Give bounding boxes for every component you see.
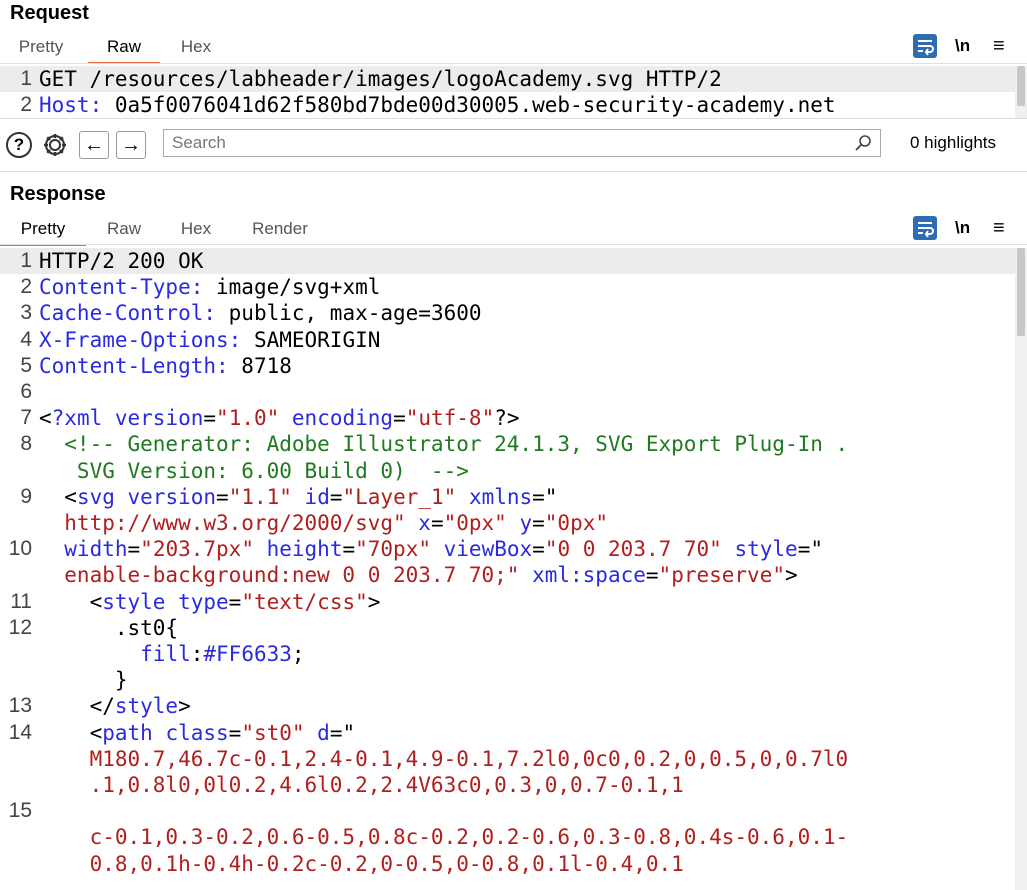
line-number: 14 [8, 720, 32, 744]
code-line: .1,0.8l0,0l0.2,4.6l0.2,2.4V63c0,0.3,0,0.… [0, 772, 1015, 798]
line-number: 10 [8, 537, 32, 561]
search-placeholder: Search [172, 133, 226, 152]
line-number: 15 [8, 799, 32, 823]
line-code: .st0{ [39, 615, 179, 640]
line-code: GET /resources/labheader/images/logoAcad… [39, 67, 722, 91]
line-number: 4 [20, 327, 32, 351]
code-line: 5 Content-Length: 8718 [0, 353, 1015, 379]
tab-response-hex[interactable]: Hex [172, 216, 220, 244]
wrap-lines-icon[interactable] [913, 216, 937, 240]
line-number: 12 [8, 615, 32, 639]
search-input[interactable]: Search [163, 129, 881, 157]
newline-toggle-icon[interactable]: \n [955, 34, 979, 58]
line-code: <!-- Generator: Adobe Illustrator 24.1.3… [39, 432, 849, 457]
tab-request-raw[interactable]: Raw [88, 34, 160, 64]
request-title: Request [10, 2, 89, 24]
code-line: SVG Version: 6.00 Build 0) --> [0, 458, 1015, 484]
response-title: Response [10, 183, 106, 205]
code-line: 6 [0, 379, 1015, 405]
line-code: Content-Type: image/svg+xml [39, 275, 381, 300]
line-code: M180.7,46.7c-0.1,2.4-0.1,4.9-0.1,7.2l0,0… [39, 746, 849, 771]
tab-request-hex[interactable]: Hex [172, 34, 220, 62]
previous-arrow-icon[interactable]: ← [79, 131, 109, 159]
line-number: 6 [20, 380, 32, 403]
code-line: } [0, 667, 1015, 693]
code-line: c-0.1,0.3-0.2,0.6-0.5,0.8c-0.2,0.2-0.6,0… [0, 824, 1015, 850]
line-code: c-0.1,0.3-0.2,0.6-0.5,0.8c-0.2,0.2-0.6,0… [39, 825, 849, 850]
line-code: </style> [39, 694, 191, 719]
code-line: 14 <path class="st0" d=" [0, 720, 1015, 746]
line-code: HTTP/2 200 OK [39, 249, 204, 273]
help-icon[interactable]: ? [6, 132, 32, 158]
menu-icon[interactable]: ≡ [993, 216, 1017, 240]
line-code: SVG Version: 6.00 Build 0) --> [39, 458, 469, 483]
wrap-lines-icon[interactable] [913, 34, 937, 58]
line-code: Cache-Control: public, max-age=3600 [39, 301, 482, 326]
tab-response-pretty[interactable]: Pretty [0, 216, 86, 246]
code-line: 3 Cache-Control: public, max-age=3600 [0, 300, 1015, 326]
search-toolbar: ? ← → Search 0 highlights [0, 118, 1027, 172]
code-line: 9 <svg version="1.1" id="Layer_1" xmlns=… [0, 484, 1015, 510]
gear-icon[interactable] [41, 131, 69, 159]
request-scrollbar[interactable] [1015, 66, 1027, 118]
newline-toggle-icon[interactable]: \n [955, 216, 979, 240]
line-number: 2 [20, 275, 32, 299]
line-number: 11 [10, 589, 32, 613]
line-code: <svg version="1.1" id="Layer_1" xmlns=" [39, 484, 558, 509]
code-line: 8 <!-- Generator: Adobe Illustrator 24.1… [0, 431, 1015, 457]
code-line: 4 X-Frame-Options: SAMEORIGIN [0, 327, 1015, 353]
line-code: http://www.w3.org/2000/svg" x="0px" y="0… [39, 511, 608, 535]
line-code: 0.8,0.1h-0.4h-0.2c-0.2,0-0.5,0-0.8,0.1l-… [39, 851, 684, 876]
code-line: enable-background:new 0 0 203.7 70;" xml… [0, 562, 1015, 588]
line-number: 1 [20, 67, 32, 90]
line-code: enable-background:new 0 0 203.7 70;" xml… [39, 563, 798, 588]
code-line: http://www.w3.org/2000/svg" x="0px" y="0… [0, 510, 1015, 536]
line-code: <style type="text/css"> [39, 589, 381, 614]
code-line: M180.7,46.7c-0.1,2.4-0.1,4.9-0.1,7.2l0,0… [0, 746, 1015, 772]
response-editor[interactable]: 1 HTTP/2 200 OK 2 Content-Type: image/svg+x… [0, 248, 1015, 890]
code-line: 11 <style type="text/css"> [0, 589, 1015, 615]
search-icon [855, 135, 871, 151]
line-number: 1 [20, 249, 32, 272]
line-number: 5 [20, 353, 32, 377]
line-code: Content-Length: 8718 [39, 353, 292, 378]
line-code: width="203.7px" height="70px" viewBox="0… [39, 537, 823, 562]
line-number: 3 [20, 301, 32, 325]
line-code: } [39, 668, 128, 693]
line-code: <path class="st0" d=" [39, 720, 356, 745]
code-line: 13 </style> [0, 693, 1015, 719]
code-line: 12 .st0{ [0, 615, 1015, 641]
request-tabs: Pretty Raw Hex \n ≡ [0, 34, 1027, 64]
code-line: 10 width="203.7px" height="70px" viewBox… [0, 536, 1015, 562]
next-arrow-icon[interactable]: → [116, 131, 146, 159]
line-code: fill:#FF6633; [140, 642, 305, 666]
menu-icon[interactable]: ≡ [993, 34, 1017, 58]
code-line: 1 HTTP/2 200 OK [0, 248, 1015, 274]
line-code: X-Frame-Options: SAMEORIGIN [39, 327, 381, 352]
line-code: <?xml version="1.0" encoding="utf-8"?> [39, 406, 520, 431]
highlights-count: 0 highlights [910, 133, 997, 152]
line-number: 8 [20, 432, 32, 456]
line-number: 2 [20, 93, 32, 117]
code-line: fill:#FF6633; [0, 641, 1015, 667]
code-line: 7 <?xml version="1.0" encoding="utf-8"?> [0, 405, 1015, 431]
code-line: 0.8,0.1h-0.4h-0.2c-0.2,0-0.5,0-0.8,0.1l-… [0, 851, 1015, 877]
response-tabs: Pretty Raw Hex Render \n ≡ [0, 216, 1027, 246]
code-line: 15 [0, 798, 1015, 824]
response-scrollbar[interactable] [1015, 248, 1027, 890]
tab-request-pretty[interactable]: Pretty [10, 34, 72, 62]
line-code: .1,0.8l0,0l0.2,4.6l0.2,2.4V63c0,0.3,0,0.… [39, 773, 684, 797]
line-number: 13 [8, 694, 32, 718]
code-line: 1 GET /resources/labheader/images/logoAca… [0, 66, 1015, 92]
tab-response-raw[interactable]: Raw [96, 216, 152, 244]
line-number: 7 [20, 406, 32, 430]
code-line: 2 Host: 0a5f0076041d62f580bd7bde00d30005.… [0, 92, 1015, 118]
request-editor[interactable]: 1 GET /resources/labheader/images/logoAca… [0, 66, 1015, 118]
line-code: Host: 0a5f0076041d62f580bd7bde00d30005.w… [39, 93, 836, 118]
tab-response-render[interactable]: Render [240, 216, 320, 244]
line-number: 9 [20, 484, 32, 508]
code-line: 2 Content-Type: image/svg+xml [0, 274, 1015, 300]
